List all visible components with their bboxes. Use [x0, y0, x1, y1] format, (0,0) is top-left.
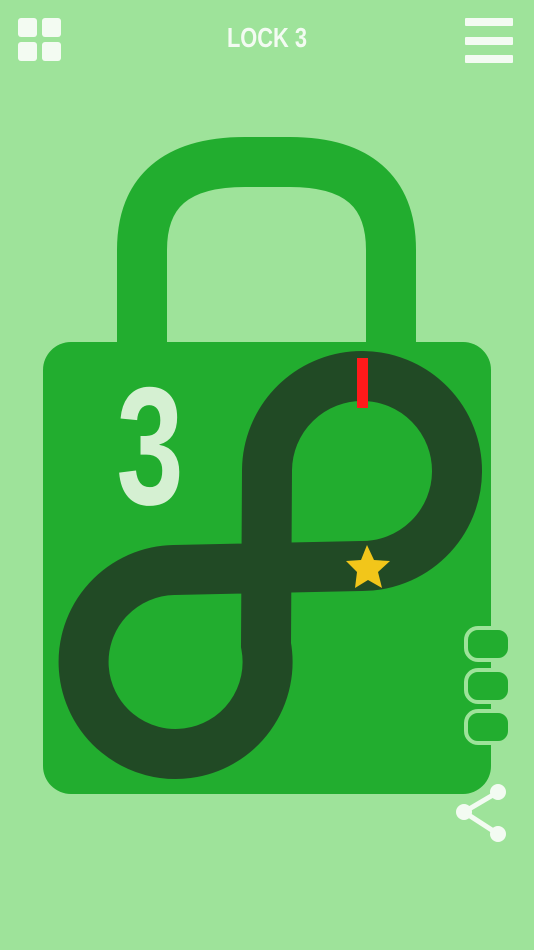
attempts-indicator [464, 626, 512, 745]
pin-marker [357, 358, 368, 408]
share-button[interactable] [452, 782, 512, 844]
attempt-pill [464, 709, 512, 745]
attempt-pill [464, 626, 512, 662]
lock-number: 3 [116, 352, 184, 540]
share-icon [456, 784, 506, 842]
attempt-pill [464, 668, 512, 704]
lock-shackle [117, 137, 416, 345]
